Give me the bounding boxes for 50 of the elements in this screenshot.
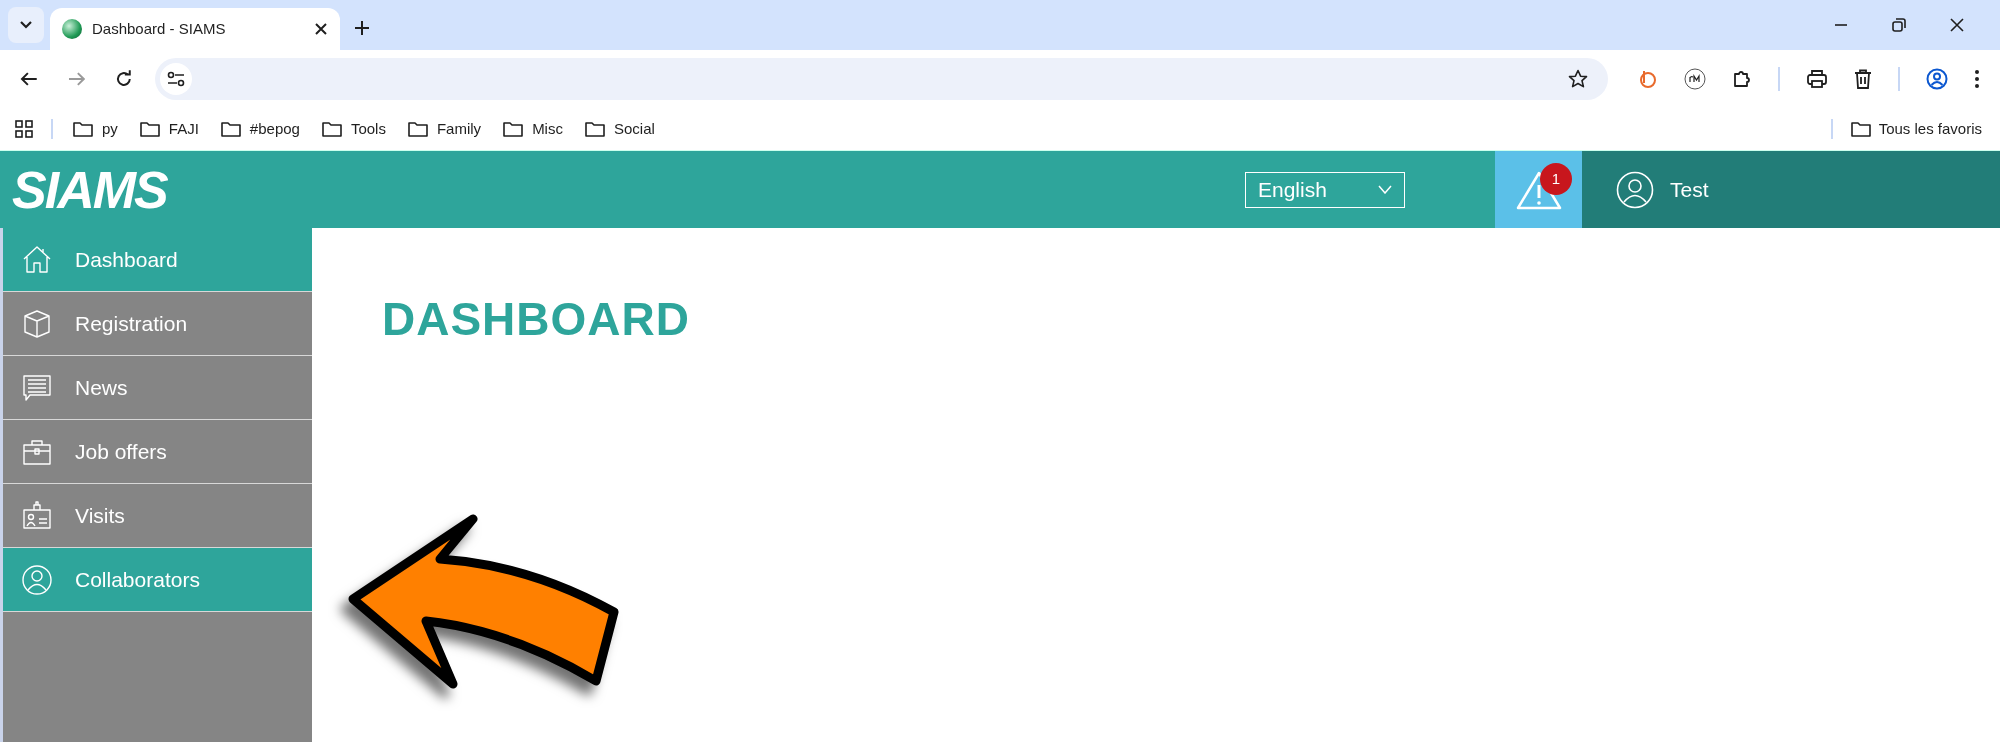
close-icon[interactable]	[314, 22, 328, 36]
user-name[interactable]: Test	[1670, 173, 1709, 206]
folder-icon	[321, 121, 342, 137]
folder-icon	[220, 121, 241, 137]
tune-icon	[167, 71, 186, 87]
bookmark-folder[interactable]: py	[73, 117, 118, 141]
notification-count: 1	[1540, 163, 1572, 195]
box-icon	[21, 307, 53, 340]
bookmark-folder[interactable]: Family	[407, 117, 482, 141]
back-icon[interactable]	[20, 71, 38, 87]
alerts-button[interactable]: 1	[1495, 151, 1582, 228]
star-icon[interactable]	[1568, 69, 1588, 89]
bookmark-folder[interactable]: FAJI	[139, 117, 199, 141]
page-title: DASHBOARD	[382, 296, 691, 342]
new-tab-icon[interactable]	[354, 20, 370, 36]
menu-icon[interactable]	[1974, 69, 1980, 89]
user-avatar-icon[interactable]	[1616, 170, 1654, 209]
bookmark-folder[interactable]: Tools	[321, 117, 386, 141]
tab-title: Dashboard - SIAMS	[92, 18, 227, 39]
browser-tab[interactable]: Dashboard - SIAMS	[50, 8, 340, 50]
folder-icon	[1850, 121, 1871, 137]
extension-icon[interactable]	[1684, 68, 1706, 90]
person-icon	[21, 563, 53, 596]
warning-icon	[1515, 169, 1562, 210]
apps-grid-icon[interactable]	[15, 120, 33, 138]
site-settings-button[interactable]	[160, 63, 193, 95]
bookmark-folder[interactable]: Tous les favoris	[1850, 117, 1982, 141]
logo: SIAMS	[12, 163, 167, 216]
close-window-icon[interactable]	[1950, 18, 1964, 32]
puzzle-icon[interactable]	[1732, 69, 1752, 89]
profile-icon[interactable]	[1926, 68, 1948, 90]
forward-icon[interactable]	[67, 71, 86, 87]
id-badge-icon	[21, 499, 53, 532]
chevron-down-icon	[19, 20, 33, 30]
bookmark-folder[interactable]: Social	[584, 117, 655, 141]
folder-icon	[584, 121, 605, 137]
folder-icon	[73, 121, 93, 137]
print-icon[interactable]	[1806, 69, 1828, 89]
bookmark-folder[interactable]: #bepog	[220, 117, 300, 141]
house-icon	[21, 243, 53, 276]
bookmark-folder[interactable]: Misc	[503, 117, 563, 141]
reload-icon[interactable]	[115, 70, 134, 88]
tab-search-button[interactable]	[8, 7, 44, 43]
trash-icon[interactable]	[1854, 69, 1872, 89]
restore-icon[interactable]	[1892, 18, 1906, 32]
favicon-icon	[62, 19, 82, 39]
folder-icon	[407, 121, 428, 137]
chevron-down-icon	[1378, 185, 1392, 194]
folder-icon	[139, 121, 160, 137]
folder-icon	[503, 121, 524, 137]
